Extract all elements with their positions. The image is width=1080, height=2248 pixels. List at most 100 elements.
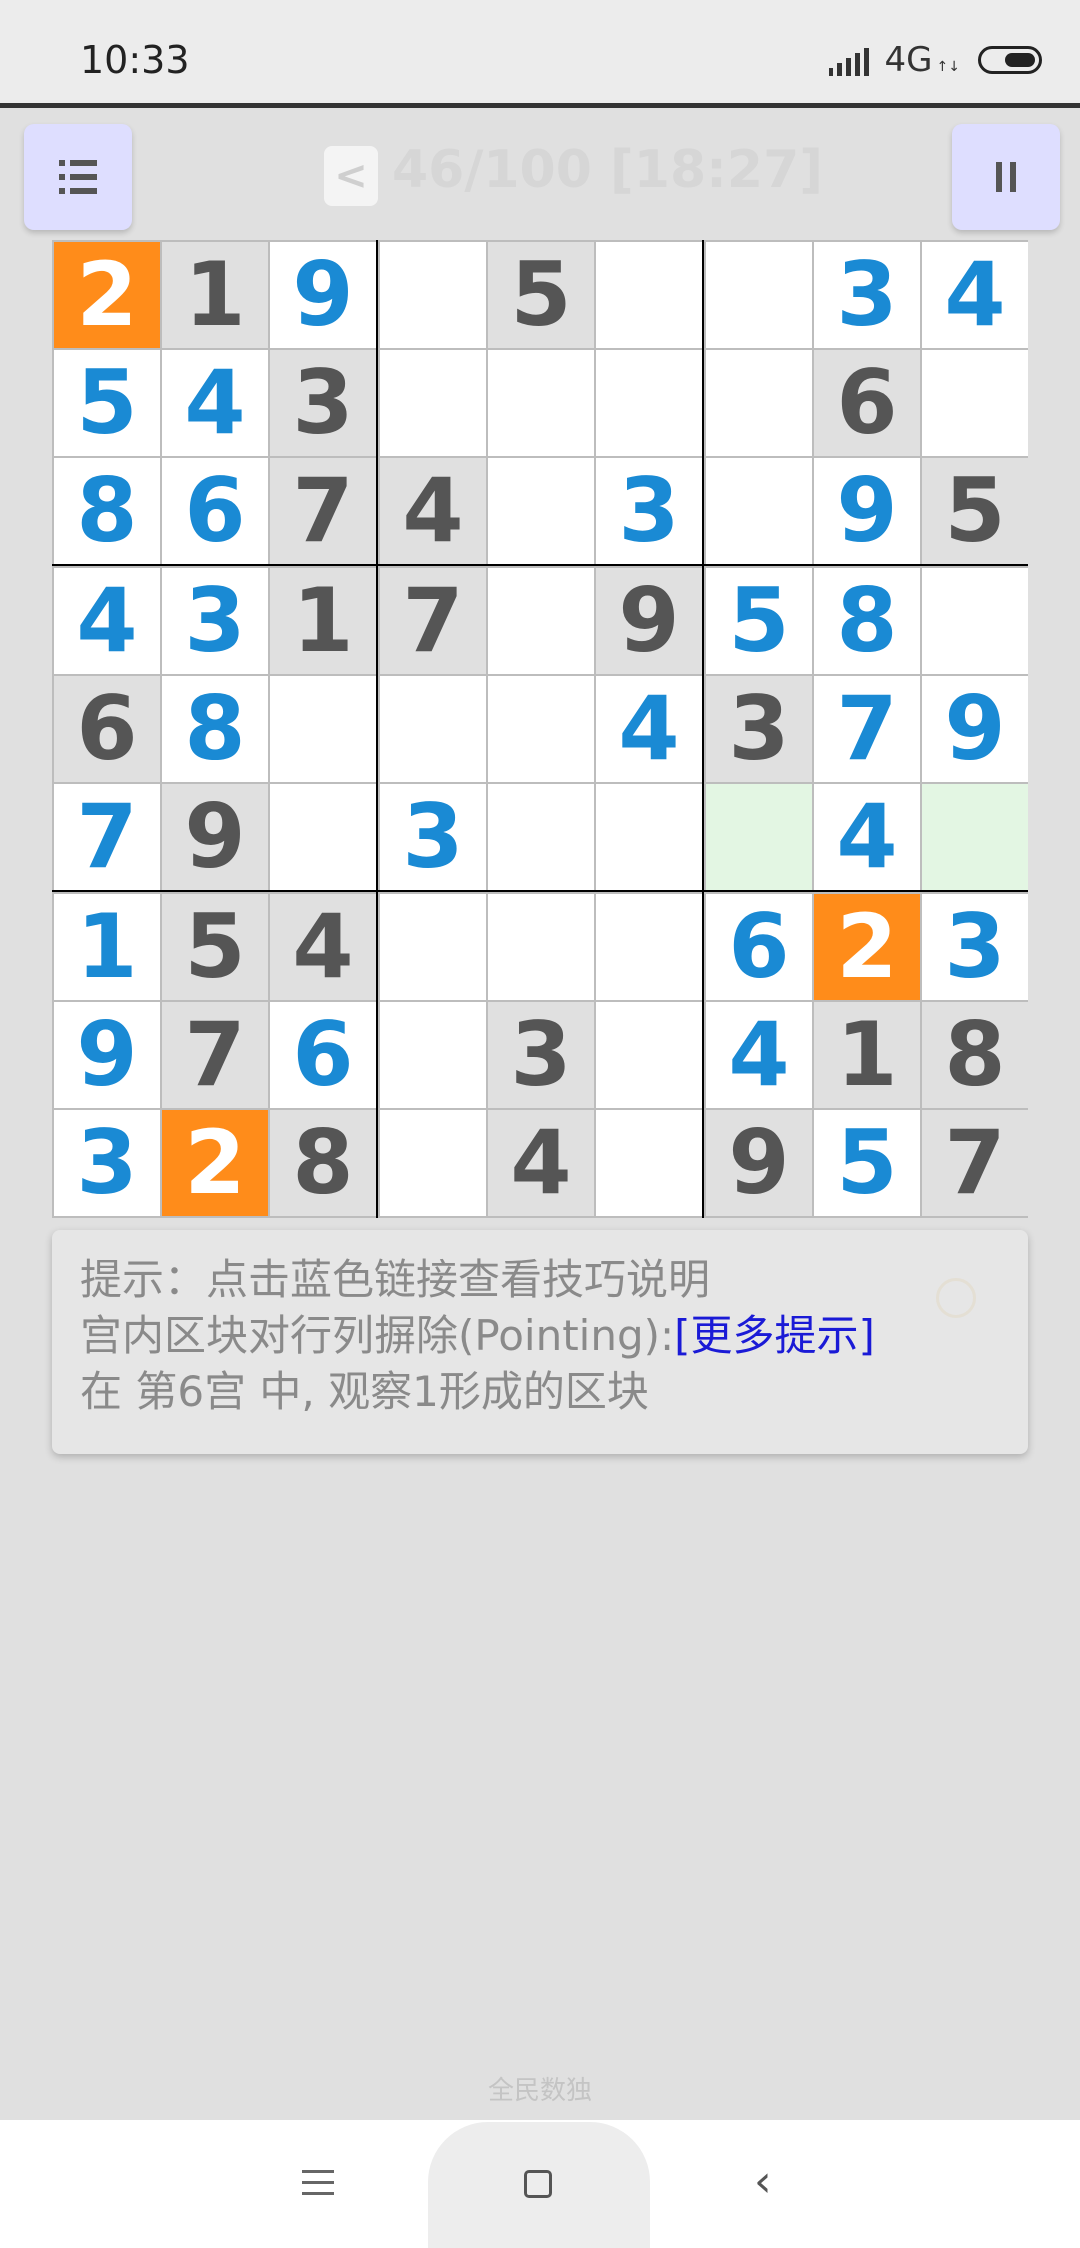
sudoku-cell[interactable]: 6 [54,676,160,782]
sudoku-cell[interactable] [270,676,376,782]
sudoku-cell[interactable]: 3 [162,568,268,674]
sudoku-cell[interactable]: 5 [488,242,594,348]
nav-menu-icon[interactable] [302,2170,334,2195]
sudoku-cell[interactable] [380,676,486,782]
sudoku-cell[interactable]: 9 [706,1110,812,1216]
sudoku-cell[interactable]: 1 [162,242,268,348]
network-type: 4G [884,40,933,80]
sudoku-cell[interactable]: 8 [270,1110,376,1216]
sudoku-cell[interactable]: 3 [706,676,812,782]
sudoku-cell[interactable]: 5 [814,1110,920,1216]
sudoku-cell[interactable] [380,242,486,348]
sudoku-cell[interactable]: 2 [54,242,160,348]
sudoku-cell[interactable]: 9 [270,242,376,348]
battery-icon [978,46,1042,74]
sudoku-cell[interactable]: 1 [54,894,160,1000]
hint-technique-text: 宫内区块对行列摒除(Pointing): [80,1311,675,1360]
sudoku-cell[interactable]: 3 [488,1002,594,1108]
sudoku-cell[interactable]: 4 [706,1002,812,1108]
sudoku-cell[interactable] [488,784,594,890]
sudoku-cell[interactable] [270,784,376,890]
nav-back-icon[interactable]: ‹ [754,2160,772,2204]
hint-title: 提示：点击蓝色链接查看技巧说明 [80,1255,711,1304]
sudoku-cell[interactable]: 9 [814,458,920,564]
sudoku-cell[interactable] [596,894,702,1000]
puzzle-progress-timer: 46/100 [18:27] [392,140,824,200]
sudoku-cell[interactable] [596,242,702,348]
sudoku-cell[interactable]: 7 [380,568,486,674]
sudoku-cell[interactable] [922,350,1028,456]
sudoku-cell[interactable]: 5 [162,894,268,1000]
sudoku-cell[interactable] [488,350,594,456]
sudoku-cell[interactable] [922,784,1028,890]
sudoku-cell[interactable]: 9 [54,1002,160,1108]
sudoku-cell[interactable]: 3 [922,894,1028,1000]
sudoku-cell[interactable]: 7 [922,1110,1028,1216]
sudoku-cell[interactable]: 5 [922,458,1028,564]
sudoku-cell[interactable]: 8 [922,1002,1028,1108]
sudoku-cell[interactable]: 2 [162,1110,268,1216]
sudoku-cell[interactable]: 7 [54,784,160,890]
sudoku-cell[interactable]: 4 [270,894,376,1000]
sudoku-cell[interactable]: 8 [54,458,160,564]
sudoku-cell[interactable]: 2 [814,894,920,1000]
menu-button[interactable] [24,124,132,230]
sudoku-cell[interactable] [706,350,812,456]
sudoku-cell[interactable]: 8 [814,568,920,674]
sudoku-cell[interactable] [380,1002,486,1108]
sudoku-cell[interactable] [596,1110,702,1216]
lightbulb-icon[interactable] [936,1278,976,1318]
sudoku-cell[interactable] [488,458,594,564]
sudoku-cell[interactable]: 3 [814,242,920,348]
sudoku-cell[interactable] [488,568,594,674]
sudoku-cell[interactable]: 7 [270,458,376,564]
sudoku-cell[interactable]: 6 [162,458,268,564]
sudoku-cell[interactable] [706,784,812,890]
sudoku-cell[interactable]: 4 [162,350,268,456]
sudoku-cell[interactable] [380,350,486,456]
more-hints-link[interactable]: [更多提示] [674,1311,875,1360]
sudoku-cell[interactable] [488,894,594,1000]
sudoku-cell[interactable]: 9 [922,676,1028,782]
sudoku-cell[interactable] [706,458,812,564]
sudoku-cell[interactable] [922,568,1028,674]
sudoku-cell[interactable]: 5 [706,568,812,674]
sudoku-cell[interactable]: 6 [270,1002,376,1108]
sudoku-cell[interactable] [380,1110,486,1216]
sudoku-cell[interactable]: 4 [596,676,702,782]
sudoku-cell[interactable]: 9 [162,784,268,890]
pause-icon [996,162,1016,192]
sudoku-cell[interactable] [596,350,702,456]
sudoku-cell[interactable]: 4 [380,458,486,564]
status-bar: 10:33 4G ↑↓ [0,0,1080,108]
sudoku-cell[interactable] [596,1002,702,1108]
sudoku-cell[interactable]: 4 [814,784,920,890]
sudoku-cell[interactable]: 8 [162,676,268,782]
sudoku-cell[interactable]: 1 [814,1002,920,1108]
sudoku-cell[interactable]: 6 [706,894,812,1000]
sudoku-cell[interactable] [488,676,594,782]
sudoku-cell[interactable]: 3 [596,458,702,564]
sudoku-cell[interactable]: 4 [922,242,1028,348]
sudoku-cell[interactable] [596,784,702,890]
pause-button[interactable] [952,124,1060,230]
box-divider-vertical [702,240,704,1218]
sudoku-cell[interactable]: 7 [162,1002,268,1108]
sudoku-cell[interactable]: 4 [488,1110,594,1216]
sudoku-cell[interactable]: 9 [596,568,702,674]
box-divider-horizontal [52,890,1028,892]
sudoku-cell[interactable]: 7 [814,676,920,782]
nav-home-icon[interactable] [524,2170,552,2198]
signal-icon [828,44,869,76]
status-time: 10:33 [80,38,190,82]
sudoku-cell[interactable]: 3 [270,350,376,456]
sudoku-cell[interactable] [706,242,812,348]
sudoku-cell[interactable]: 6 [814,350,920,456]
previous-puzzle-button[interactable]: < [324,146,378,206]
sudoku-cell[interactable]: 3 [380,784,486,890]
sudoku-cell[interactable]: 3 [54,1110,160,1216]
sudoku-cell[interactable]: 1 [270,568,376,674]
sudoku-cell[interactable]: 4 [54,568,160,674]
sudoku-cell[interactable] [380,894,486,1000]
sudoku-cell[interactable]: 5 [54,350,160,456]
